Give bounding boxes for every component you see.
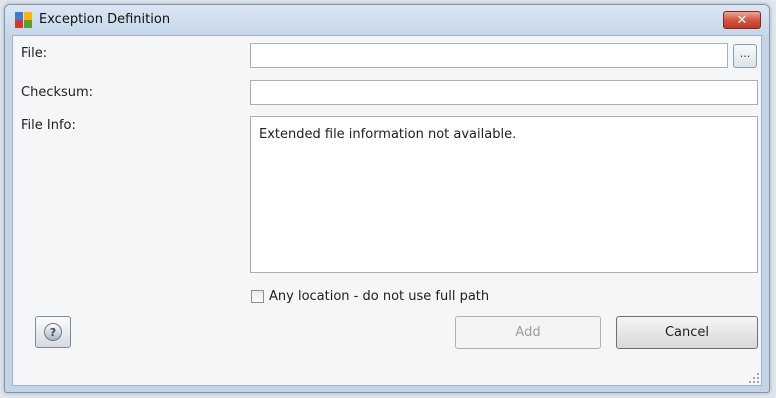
cancel-button[interactable]: Cancel	[616, 316, 758, 349]
file-label: File:	[21, 46, 48, 61]
browse-button[interactable]: ...	[733, 44, 757, 68]
window-title: Exception Definition	[39, 12, 171, 27]
any-location-label[interactable]: Any location - do not use full path	[269, 289, 489, 304]
close-icon: ✕	[736, 12, 748, 28]
exception-definition-dialog: Exception Definition ✕ File: ... Checksu…	[4, 4, 770, 393]
checksum-input[interactable]	[250, 80, 758, 105]
title-bar[interactable]: Exception Definition ✕	[5, 5, 769, 35]
checksum-label: Checksum:	[21, 85, 94, 100]
file-info-text: Extended file information not available.	[259, 127, 517, 142]
help-button[interactable]: ?	[35, 316, 71, 348]
file-info-label: File Info:	[21, 118, 76, 133]
close-button[interactable]: ✕	[723, 11, 761, 29]
help-icon: ?	[44, 323, 62, 341]
resize-grip-icon[interactable]	[749, 373, 759, 383]
file-input[interactable]	[250, 43, 728, 68]
file-info-box: Extended file information not available.	[250, 116, 758, 273]
add-button[interactable]: Add	[455, 316, 601, 349]
any-location-checkbox[interactable]	[251, 290, 264, 303]
dialog-body: File: ... Checksum: File Info: Extended …	[12, 35, 762, 386]
avg-logo-icon	[15, 12, 32, 28]
